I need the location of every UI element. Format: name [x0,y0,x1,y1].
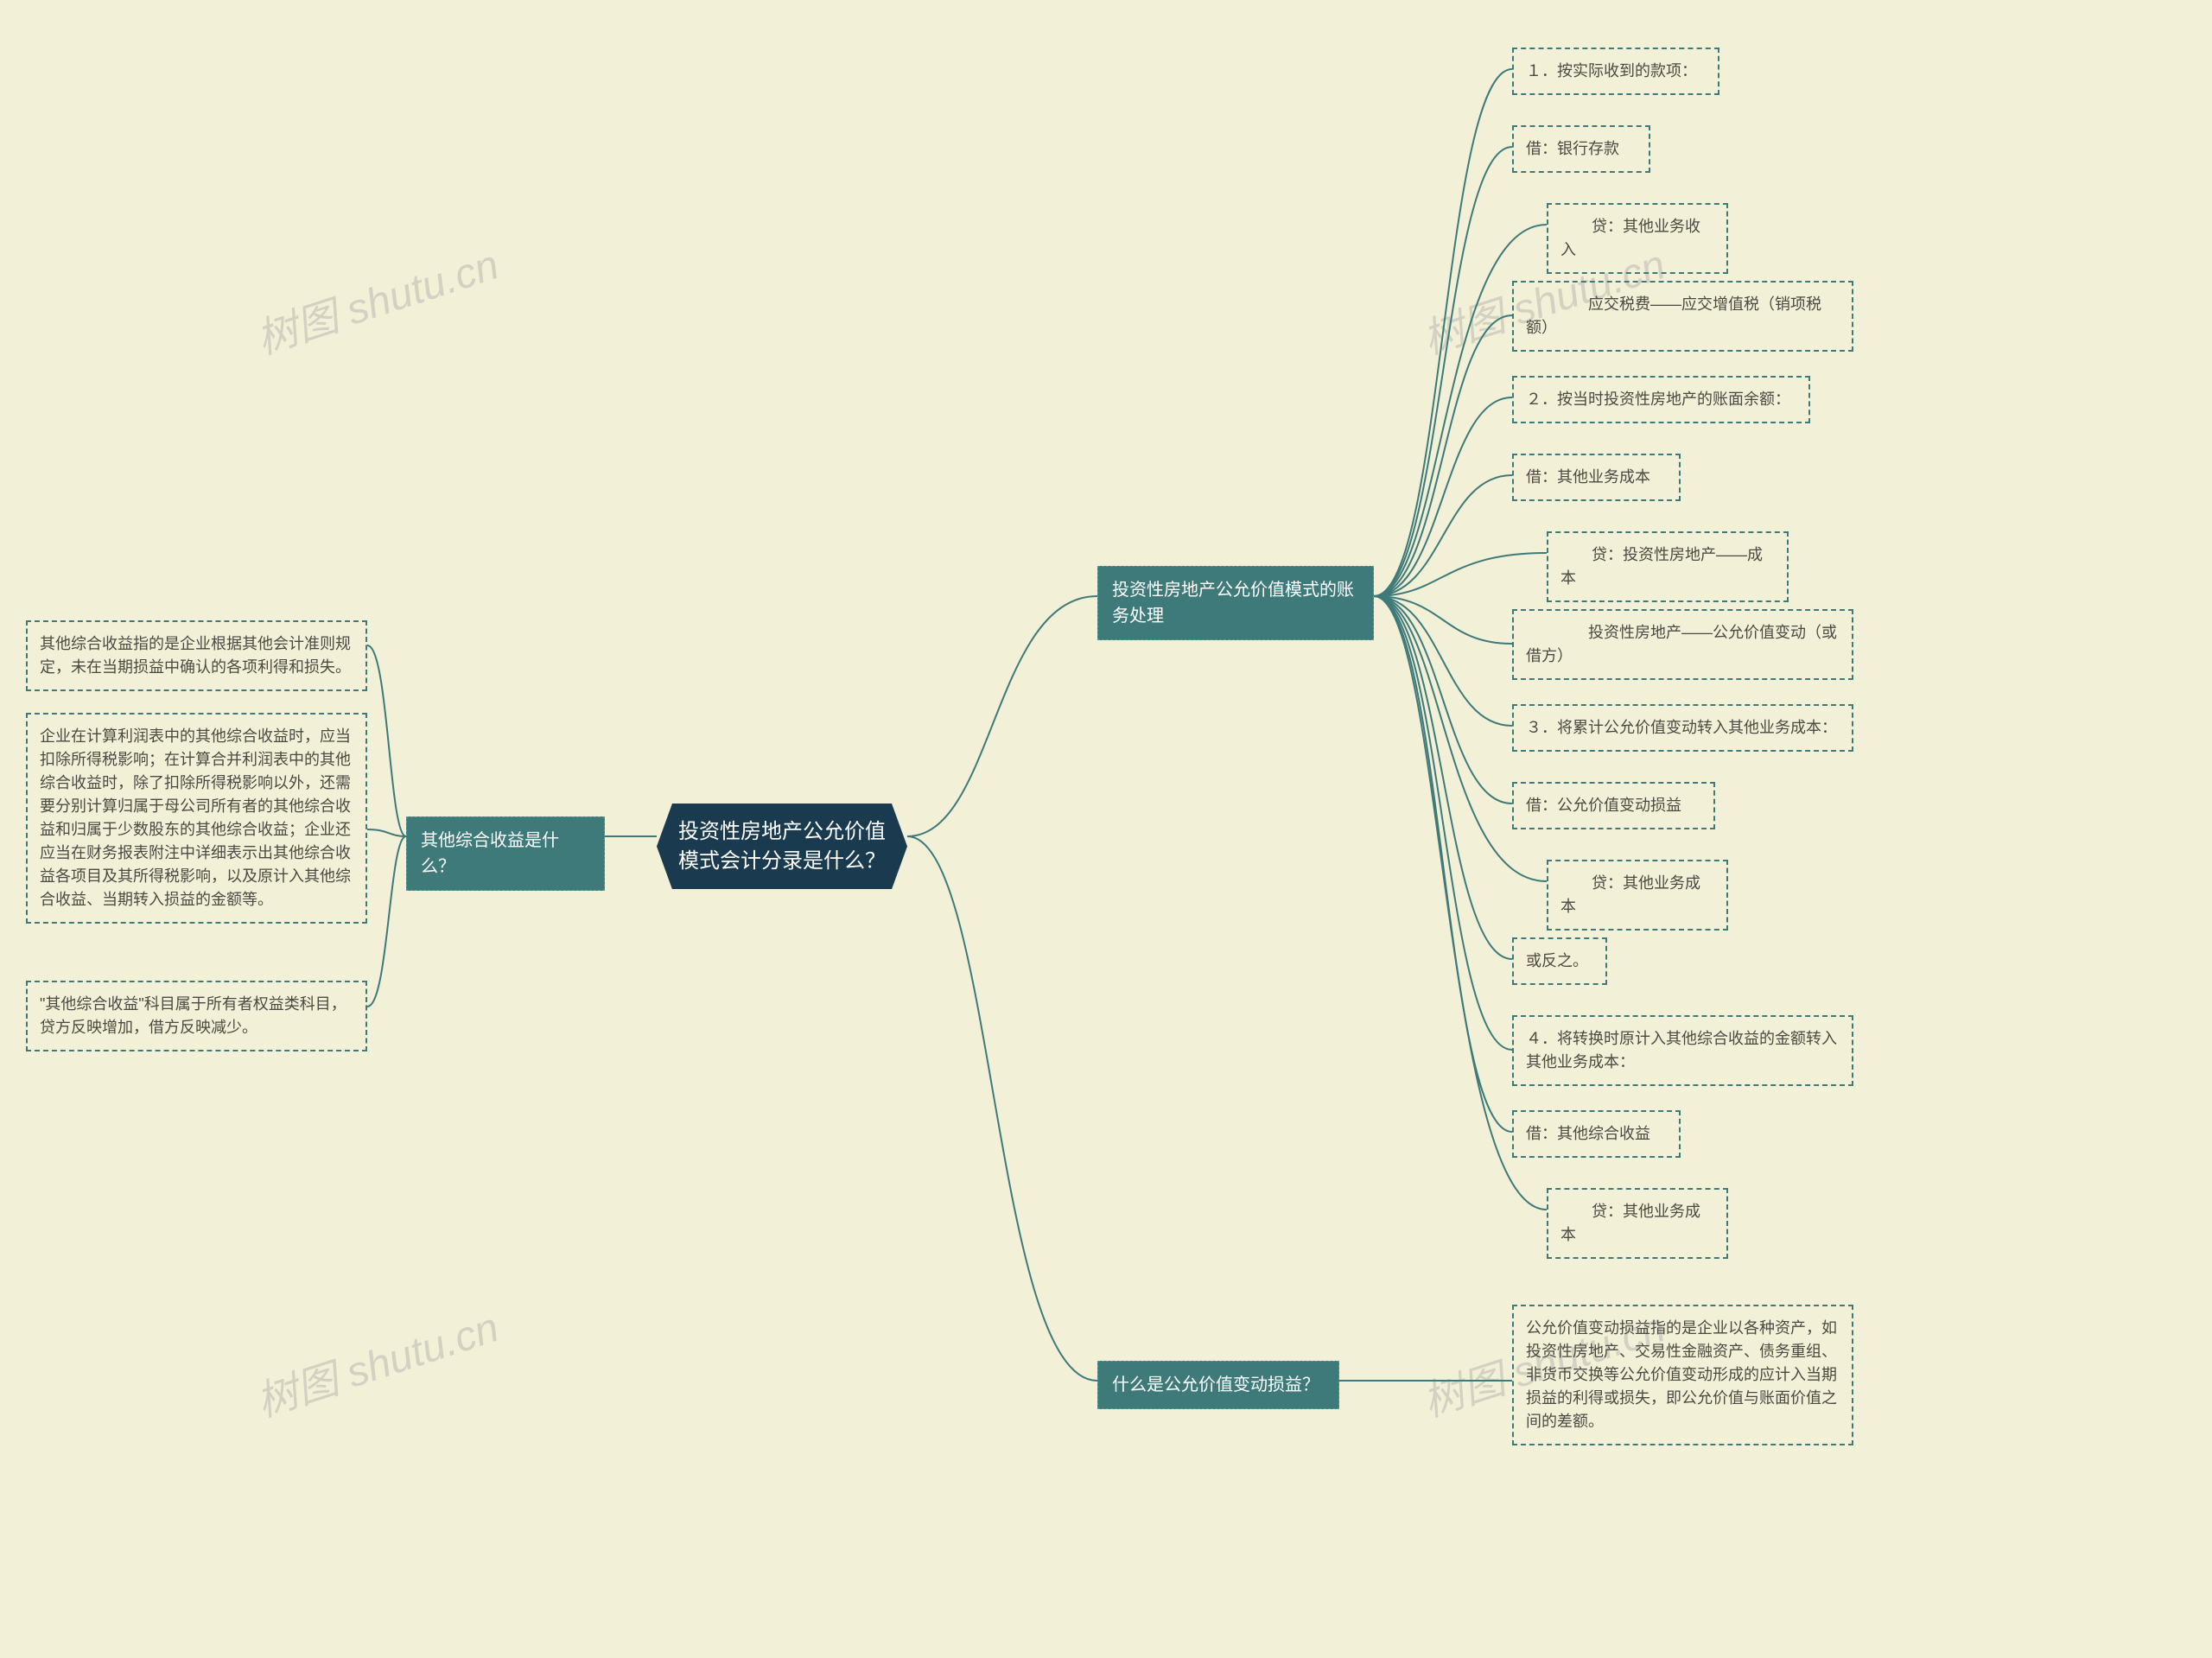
branch-fair-value: 什么是公允价值变动损益？ [1097,1361,1339,1409]
leaf-text: "其他综合收益"科目属于所有者权益类科目，贷方反映增加，借方反映减少。 [40,995,346,1036]
leaf-acc-9: ３．将累计公允价值变动转入其他业务成本： [1512,704,1853,752]
leaf-text: 投资性房地产——公允价值变动（或借方） [1526,624,1837,664]
branch-label: 投资性房地产公允价值模式的账务处理 [1112,581,1354,626]
leaf-text: 企业在计算利润表中的其他综合收益时，应当扣除所得税影响；在计算合并利润表中的其他… [40,727,351,908]
root-node: 投资性房地产公允价值模式会计分录是什么？ [657,804,907,889]
leaf-acc-6: 借：其他业务成本 [1512,454,1681,501]
leaf-text: 借：其他综合收益 [1526,1125,1650,1142]
leaf-text: 贷：其他业务成本 [1560,1203,1700,1243]
leaf-acc-5: ２．按当时投资性房地产的账面余额： [1512,376,1810,423]
leaf-text: 贷：投资性房地产——成本 [1560,546,1763,587]
leaf-acc-11: 贷：其他业务成本 [1547,860,1728,931]
leaf-fv-1: 公允价值变动损益指的是企业以各种资产，如投资性房地产、交易性金融资产、债务重组、… [1512,1305,1853,1445]
branch-accounting: 投资性房地产公允价值模式的账务处理 [1097,566,1374,640]
root-title: 投资性房地产公允价值模式会计分录是什么？ [678,820,886,873]
leaf-text: ４．将转换时原计入其他综合收益的金额转入其他业务成本： [1526,1030,1837,1070]
leaf-other-income-3: "其他综合收益"科目属于所有者权益类科目，贷方反映增加，借方反映减少。 [26,981,367,1051]
leaf-text: 贷：其他业务成本 [1560,874,1700,915]
leaf-text: ２．按当时投资性房地产的账面余额： [1526,391,1790,408]
branch-other-income: 其他综合收益是什么？ [406,816,605,891]
leaf-acc-15: 贷：其他业务成本 [1547,1188,1728,1259]
leaf-acc-7: 贷：投资性房地产——成本 [1547,531,1789,602]
leaf-text: 贷：其他业务收入 [1560,218,1700,258]
leaf-text: 其他综合收益指的是企业根据其他会计准则规定，未在当期损益中确认的各项利得和损失。 [40,635,351,676]
leaf-text: 借：银行存款 [1526,140,1619,157]
leaf-other-income-1: 其他综合收益指的是企业根据其他会计准则规定，未在当期损益中确认的各项利得和损失。 [26,620,367,691]
leaf-acc-2: 借：银行存款 [1512,125,1650,173]
leaf-acc-13: ４．将转换时原计入其他综合收益的金额转入其他业务成本： [1512,1015,1853,1086]
leaf-text: １．按实际收到的款项： [1526,62,1697,79]
leaf-text: ３．将累计公允价值变动转入其他业务成本： [1526,719,1837,736]
leaf-text: 应交税费——应交增值税（销项税额） [1526,295,1821,336]
leaf-acc-12: 或反之。 [1512,937,1607,985]
watermark: 树图 shutu.cn [247,231,505,365]
leaf-acc-14: 借：其他综合收益 [1512,1110,1681,1158]
watermark: 树图 shutu.cn [247,1293,505,1428]
leaf-acc-10: 借：公允价值变动损益 [1512,782,1715,829]
leaf-text: 或反之。 [1526,952,1588,969]
branch-label: 什么是公允价值变动损益？ [1112,1375,1319,1394]
leaf-text: 借：其他业务成本 [1526,468,1650,486]
leaf-acc-8: 投资性房地产——公允价值变动（或借方） [1512,609,1853,680]
leaf-acc-1: １．按实际收到的款项： [1512,48,1719,95]
leaf-acc-3: 贷：其他业务收入 [1547,203,1728,274]
leaf-text: 借：公允价值变动损益 [1526,797,1681,814]
leaf-acc-4: 应交税费——应交增值税（销项税额） [1512,281,1853,352]
leaf-other-income-2: 企业在计算利润表中的其他综合收益时，应当扣除所得税影响；在计算合并利润表中的其他… [26,713,367,924]
branch-label: 其他综合收益是什么？ [421,831,559,876]
leaf-text: 公允价值变动损益指的是企业以各种资产，如投资性房地产、交易性金融资产、债务重组、… [1526,1319,1837,1430]
